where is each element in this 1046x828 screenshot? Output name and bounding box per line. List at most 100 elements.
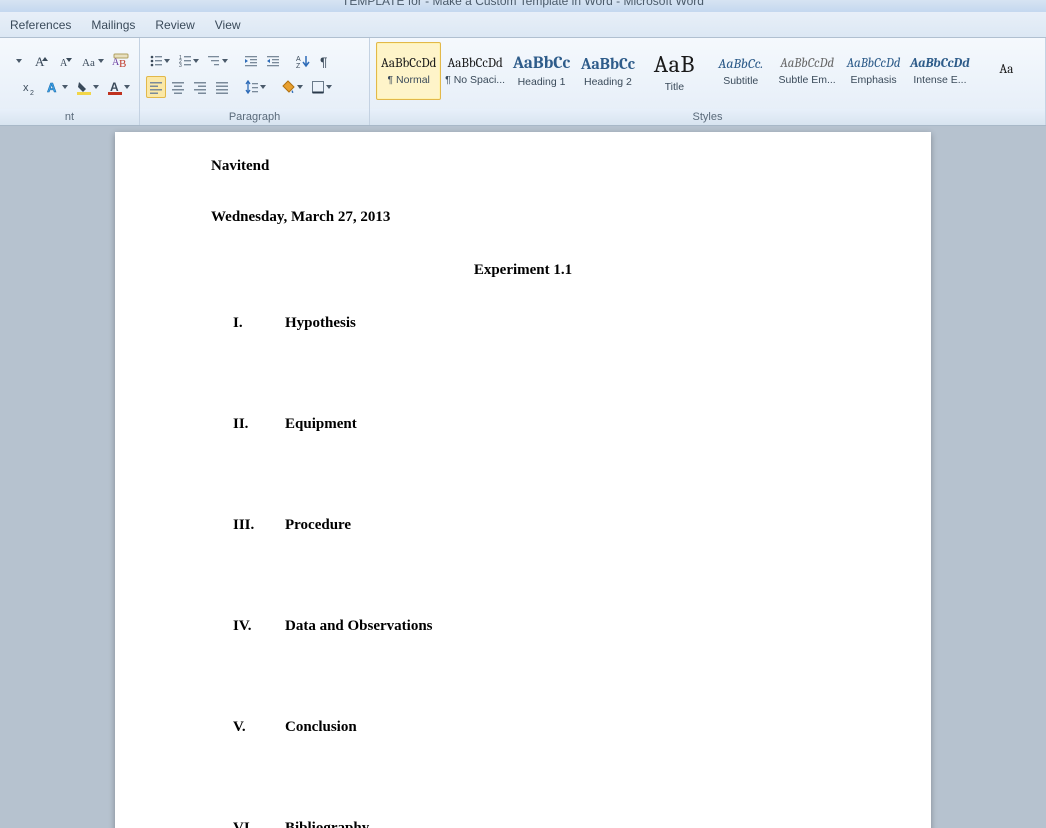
style-preview: AaBbCcDd — [847, 56, 901, 71]
text-effects-button[interactable]: A — [42, 76, 71, 98]
outline-number: I. — [233, 315, 285, 332]
svg-text:A: A — [47, 80, 57, 95]
outline-label: Hypothesis — [285, 315, 356, 332]
document-workspace[interactable]: Navitend Wednesday, March 27, 2013 Exper… — [0, 126, 1046, 828]
bullets-button[interactable] — [146, 50, 173, 72]
svg-text:x: x — [23, 82, 29, 94]
page-1[interactable]: Navitend Wednesday, March 27, 2013 Exper… — [115, 132, 931, 828]
style-name: Emphasis — [850, 74, 896, 86]
svg-text:A: A — [35, 54, 45, 69]
outline-number: II. — [233, 416, 285, 433]
ribbon-tabs: References Mailings Review View — [0, 12, 1046, 38]
tab-review[interactable]: Review — [145, 12, 204, 38]
numbering-button[interactable]: 123 — [175, 50, 202, 72]
style-item-heading-1[interactable]: AaBbCc Heading 1 — [509, 42, 574, 100]
svg-text:A: A — [60, 58, 68, 69]
subscript-button[interactable]: x2 — [18, 76, 40, 98]
doc-author[interactable]: Navitend — [211, 158, 835, 175]
style-preview: AaBbCcDd — [910, 56, 969, 71]
outline-label: Conclusion — [285, 719, 357, 736]
style-preview: Aa — [999, 62, 1013, 77]
grow-font-button[interactable]: A — [30, 50, 52, 72]
borders-button[interactable] — [308, 76, 335, 98]
outline-item[interactable]: IV.Data and Observations — [211, 618, 835, 635]
align-right-button[interactable] — [190, 76, 210, 98]
clear-formatting-button[interactable]: AB — [109, 50, 133, 72]
change-case-button[interactable]: Aa — [78, 50, 107, 72]
doc-title[interactable]: Experiment 1.1 — [211, 262, 835, 279]
doc-date[interactable]: Wednesday, March 27, 2013 — [211, 209, 835, 226]
style-item-heading-2[interactable]: AaBbCc Heading 2 — [575, 42, 640, 100]
style-preview: AaBbCcDd — [381, 56, 436, 71]
shrink-font-button[interactable]: A — [54, 50, 76, 72]
svg-text:Aa: Aa — [82, 57, 95, 69]
font-color-button[interactable]: A — [104, 76, 133, 98]
style-item-title[interactable]: AaB Title — [642, 42, 707, 100]
styles-gallery: AaBbCcDd¶ NormalAaBbCcDd¶ No Spaci...AaB… — [370, 38, 1045, 109]
style-name: ¶ Normal — [388, 74, 430, 86]
style-preview: AaBbCc — [513, 54, 570, 73]
outline-item[interactable]: III.Procedure — [211, 517, 835, 534]
outline-number: VI. — [233, 820, 285, 828]
style-item-subtitle[interactable]: AaBbCc. Subtitle — [708, 42, 773, 100]
svg-text:A: A — [110, 80, 119, 94]
svg-text:2: 2 — [30, 90, 34, 95]
style-preview: AaBbCc. — [718, 55, 763, 72]
tab-view[interactable]: View — [205, 12, 251, 38]
style-item-emphasis[interactable]: AaBbCcDd Emphasis — [841, 42, 906, 100]
outline-item[interactable]: II.Equipment — [211, 416, 835, 433]
outline-label: Data and Observations — [285, 618, 433, 635]
outline-label: Procedure — [285, 517, 351, 534]
sort-button[interactable]: AZ — [293, 50, 313, 72]
highlight-color-button[interactable] — [73, 76, 102, 98]
svg-text:A: A — [296, 56, 301, 63]
style-item-more[interactable]: Aa — [974, 42, 1039, 100]
style-name: Subtle Em... — [779, 74, 836, 86]
group-label-styles: Styles — [370, 109, 1045, 125]
group-font: A A Aa AB x2 A — [0, 38, 140, 125]
outline-number: IV. — [233, 618, 285, 635]
svg-text:B: B — [119, 58, 126, 69]
multilevel-list-button[interactable] — [204, 50, 231, 72]
style-item-subtle-em[interactable]: AaBbCcDd Subtle Em... — [774, 42, 839, 100]
style-preview: AaB — [654, 50, 695, 78]
style-preview: AaBbCcDd — [780, 56, 834, 71]
style-name: Heading 2 — [584, 76, 632, 88]
group-styles: AaBbCcDd¶ NormalAaBbCcDd¶ No Spaci...AaB… — [370, 38, 1046, 125]
increase-indent-button[interactable] — [263, 50, 283, 72]
outline-item[interactable]: VI.Bibliography — [211, 820, 835, 828]
font-size-dropdown[interactable] — [8, 50, 28, 72]
style-name: Subtitle — [723, 75, 758, 87]
line-spacing-button[interactable] — [242, 76, 269, 98]
group-label-font: nt — [0, 109, 139, 125]
ribbon: A A Aa AB x2 A — [0, 38, 1046, 126]
show-hide-paragraph-marks-button[interactable]: ¶ — [315, 50, 335, 72]
outline-list[interactable]: I.Hypothesis II.Equipment III.Procedure IV.… — [211, 315, 835, 828]
align-left-button[interactable] — [146, 76, 166, 98]
outline-label: Bibliography — [285, 820, 369, 828]
outline-number: III. — [233, 517, 285, 534]
style-name: Intense E... — [913, 74, 966, 86]
svg-text:3: 3 — [179, 63, 182, 68]
justify-button[interactable] — [212, 76, 232, 98]
style-name: ¶ No Spaci... — [445, 74, 505, 86]
svg-text:Z: Z — [296, 63, 301, 68]
style-preview: AaBbCc — [581, 55, 635, 73]
style-item-normal[interactable]: AaBbCcDd ¶ Normal — [376, 42, 441, 100]
outline-label: Equipment — [285, 416, 357, 433]
shading-button[interactable] — [279, 76, 306, 98]
style-item-no-spaci[interactable]: AaBbCcDd¶ No Spaci... — [442, 42, 507, 100]
style-item-intense-e[interactable]: AaBbCcDd Intense E... — [907, 42, 972, 100]
outline-number: V. — [233, 719, 285, 736]
svg-text:¶: ¶ — [320, 54, 328, 68]
outline-item[interactable]: V.Conclusion — [211, 719, 835, 736]
tab-mailings[interactable]: Mailings — [81, 12, 145, 38]
group-paragraph: 123 AZ ¶ — [140, 38, 370, 125]
align-center-button[interactable] — [168, 76, 188, 98]
style-name: Title — [665, 81, 684, 93]
decrease-indent-button[interactable] — [241, 50, 261, 72]
group-label-paragraph: Paragraph — [140, 109, 369, 125]
tab-references[interactable]: References — [0, 12, 81, 38]
style-name: Heading 1 — [518, 76, 566, 88]
outline-item[interactable]: I.Hypothesis — [211, 315, 835, 332]
